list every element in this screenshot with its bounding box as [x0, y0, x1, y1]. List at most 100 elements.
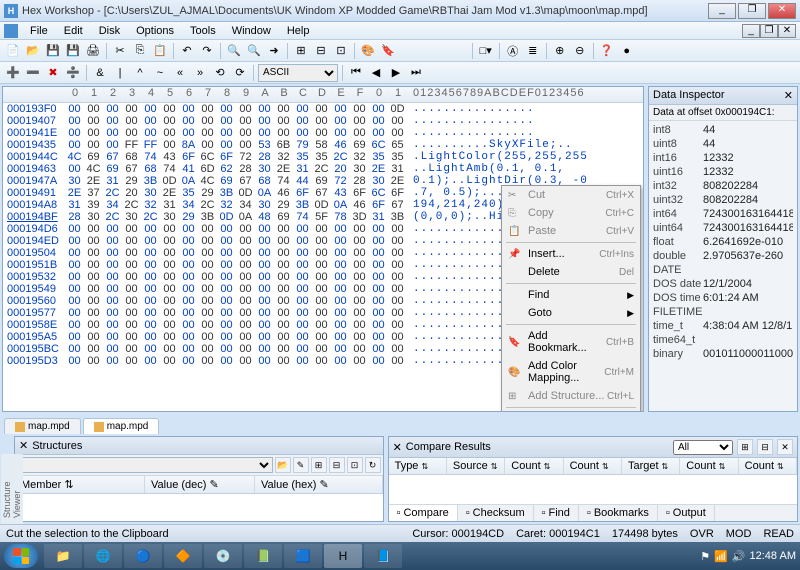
hex-row[interactable]: 0001940700000000000000000000000000000000…: [3, 115, 643, 127]
save-button[interactable]: 💾: [44, 42, 62, 60]
menu-help[interactable]: Help: [279, 23, 318, 39]
menu-edit[interactable]: Edit: [56, 23, 91, 39]
charset-button[interactable]: Ⓐ: [504, 42, 522, 60]
tray-network-icon[interactable]: 📶: [714, 550, 728, 563]
compare-header[interactable]: Count ⇅: [739, 458, 797, 474]
menu-window[interactable]: Window: [224, 23, 279, 39]
tray-flag-icon[interactable]: ⚑: [700, 550, 710, 563]
encoding-select[interactable]: ASCII: [258, 64, 338, 82]
compare-header[interactable]: Count ⇅: [564, 458, 622, 474]
op-or[interactable]: |: [111, 64, 129, 82]
op-shr[interactable]: »: [191, 64, 209, 82]
find-button[interactable]: 🔍: [225, 42, 243, 60]
edit-icon[interactable]: ✎: [319, 478, 328, 491]
tab-output[interactable]: ▫Output: [658, 505, 715, 521]
misc2-button[interactable]: ⊖: [571, 42, 589, 60]
op-button[interactable]: ≣: [524, 42, 542, 60]
menu-options[interactable]: Options: [128, 23, 182, 39]
compare-header[interactable]: Source ⇅: [447, 458, 505, 474]
task-app2[interactable]: 💿: [204, 544, 242, 568]
sort-icon[interactable]: ⇅: [64, 478, 73, 491]
s2-button[interactable]: ⊟: [329, 457, 345, 473]
cm-find[interactable]: Find▶: [502, 286, 640, 304]
edit-icon[interactable]: ✎: [209, 478, 218, 491]
compare-filter[interactable]: All: [673, 440, 733, 455]
structures-select[interactable]: [17, 457, 273, 473]
task-explorer[interactable]: 📁: [44, 544, 82, 568]
nav-next[interactable]: ▶: [387, 64, 405, 82]
op-sub[interactable]: ➖: [24, 64, 42, 82]
inspector-close[interactable]: ✕: [784, 89, 793, 102]
base-button[interactable]: □▾: [477, 42, 495, 60]
c2-button[interactable]: ⊟: [757, 439, 773, 455]
op-not[interactable]: ~: [151, 64, 169, 82]
saveall-button[interactable]: 💾: [64, 42, 82, 60]
hex-row[interactable]: 0001944C4C69676874436F6C6F72283235352C32…: [3, 151, 643, 163]
close-icon[interactable]: ✕: [393, 441, 402, 454]
new-button[interactable]: 📄: [4, 42, 22, 60]
menu-tools[interactable]: Tools: [182, 23, 224, 39]
maximize-button[interactable]: ❐: [738, 3, 766, 19]
compare-header[interactable]: Count ⇅: [505, 458, 563, 474]
hex-row[interactable]: 00019435000000FFFF008A000000536B79584669…: [3, 139, 643, 151]
cm-add-bookmark-[interactable]: 🔖Add Bookmark...Ctrl+B: [502, 327, 640, 357]
close-button[interactable]: ✕: [768, 3, 796, 19]
tray-volume-icon[interactable]: 🔊: [732, 550, 746, 563]
menu-file[interactable]: File: [22, 23, 56, 39]
task-app1[interactable]: 🔶: [164, 544, 202, 568]
goto-button[interactable]: ➜: [265, 42, 283, 60]
child-restore[interactable]: ❐: [760, 24, 778, 38]
help-button[interactable]: ❓: [598, 42, 616, 60]
op-xor[interactable]: ^: [131, 64, 149, 82]
tab-checksum[interactable]: ▫Checksum: [458, 505, 534, 521]
cm-delete[interactable]: DeleteDel: [502, 263, 640, 281]
c3-button[interactable]: ✕: [777, 439, 793, 455]
s4-button[interactable]: ↻: [365, 457, 381, 473]
cm-insert-[interactable]: 📌Insert...Ctrl+Ins: [502, 245, 640, 263]
undo-button[interactable]: ↶: [178, 42, 196, 60]
tab-compare[interactable]: ▫Compare: [389, 505, 458, 521]
compare-header[interactable]: Type ⇅: [389, 458, 447, 474]
tool1-button[interactable]: ⊞: [292, 42, 310, 60]
child-close[interactable]: ✕: [778, 24, 796, 38]
s1-button[interactable]: ⊞: [311, 457, 327, 473]
cut-button[interactable]: ✂: [111, 42, 129, 60]
task-ie[interactable]: 🌐: [84, 544, 122, 568]
task-app3[interactable]: 📗: [244, 544, 282, 568]
edit-struct-button[interactable]: ✎: [293, 457, 309, 473]
about-button[interactable]: ●: [618, 42, 636, 60]
hex-row[interactable]: 0001941E00000000000000000000000000000000…: [3, 127, 643, 139]
hex-editor[interactable]: 0123456789ABCDEF01 0123456789ABCDEF01234…: [2, 86, 644, 412]
tab-bookmarks[interactable]: ▫Bookmarks: [579, 505, 658, 521]
colormap-button[interactable]: 🎨: [359, 42, 377, 60]
task-app4[interactable]: 🟦: [284, 544, 322, 568]
tool3-button[interactable]: ⊡: [332, 42, 350, 60]
open-button[interactable]: 📂: [24, 42, 42, 60]
file-tab[interactable]: map.mpd: [4, 418, 81, 434]
minimize-button[interactable]: _: [708, 3, 736, 19]
close-icon[interactable]: ✕: [19, 439, 28, 452]
nav-first[interactable]: ⏮: [347, 64, 365, 82]
misc1-button[interactable]: ⊕: [551, 42, 569, 60]
tool2-button[interactable]: ⊟: [312, 42, 330, 60]
replace-button[interactable]: 🔍: [245, 42, 263, 60]
tab-find[interactable]: ▫Find: [534, 505, 579, 521]
op-div[interactable]: ➗: [64, 64, 82, 82]
open-struct-button[interactable]: 📂: [275, 457, 291, 473]
nav-last[interactable]: ⏭: [407, 64, 425, 82]
hex-row[interactable]: 00019463004C69676874416D6228302E312C2030…: [3, 163, 643, 175]
paste-button[interactable]: 📋: [151, 42, 169, 60]
child-minimize[interactable]: _: [742, 24, 760, 38]
op-shl[interactable]: «: [171, 64, 189, 82]
cm-properties-[interactable]: Properties...Alt+Enter: [502, 410, 640, 412]
cm-add-color-mapping-[interactable]: 🎨Add Color Mapping...Ctrl+M: [502, 357, 640, 387]
task-app5[interactable]: 📘: [364, 544, 402, 568]
compare-header[interactable]: Target ⇅: [622, 458, 680, 474]
c1-button[interactable]: ⊞: [737, 439, 753, 455]
menu-disk[interactable]: Disk: [91, 23, 128, 39]
file-tab[interactable]: map.mpd: [83, 418, 160, 434]
compare-header[interactable]: Count ⇅: [680, 458, 738, 474]
s3-button[interactable]: ⊡: [347, 457, 363, 473]
bookmark-button[interactable]: 🔖: [379, 42, 397, 60]
task-hex[interactable]: H: [324, 544, 362, 568]
